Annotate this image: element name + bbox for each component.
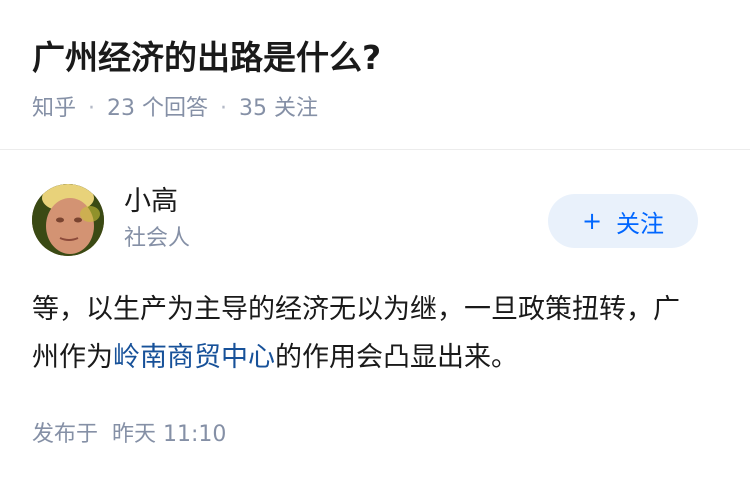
- plus-icon: +: [581, 207, 603, 235]
- publish-time: 昨天 11:10: [112, 422, 227, 447]
- answer-link[interactable]: 岭南商贸中心: [113, 342, 275, 373]
- author-row: 小高 社会人 + 关注: [32, 184, 718, 260]
- follow-button-label: 关注: [616, 209, 665, 238]
- author-bio: 社会人: [124, 226, 191, 251]
- follower-count: 35 关注: [239, 96, 319, 121]
- publish-info: 发布于 昨天 11:10: [32, 420, 226, 450]
- meta-separator: ·: [220, 96, 228, 121]
- follow-button[interactable]: + 关注: [548, 194, 698, 248]
- source-label[interactable]: 知乎: [32, 94, 76, 124]
- user-avatar-photo-icon: [32, 184, 104, 256]
- question-header: 广州经济的出路是什么? 知乎 · 23 个回答 · 35 关注: [0, 0, 750, 150]
- question-meta: 知乎 · 23 个回答 · 35 关注: [32, 94, 318, 124]
- answer-content: 等，以生产为主导的经济无以为继，一旦政策扭转，广州作为岭南商贸中心的作用会凸显出…: [32, 286, 692, 382]
- author-name[interactable]: 小高: [124, 184, 178, 220]
- answer-text-after: 的作用会凸显出来。: [275, 342, 518, 373]
- question-title[interactable]: 广州经济的出路是什么?: [32, 36, 381, 80]
- publish-prefix: 发布于: [32, 422, 99, 447]
- avatar[interactable]: [32, 184, 104, 256]
- meta-separator: ·: [88, 96, 96, 121]
- answer-count[interactable]: 23 个回答: [107, 94, 208, 124]
